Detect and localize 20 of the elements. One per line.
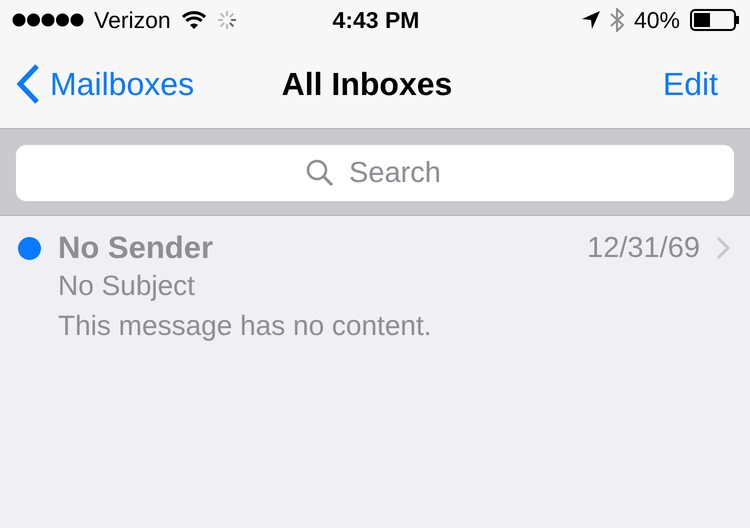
sender-name: No Sender <box>58 230 214 266</box>
screen-title: All Inboxes <box>282 66 452 102</box>
battery-percent: 40% <box>634 6 680 34</box>
message-subject: No Subject <box>58 269 196 303</box>
search-field[interactable]: Search <box>16 145 734 201</box>
battery-icon <box>690 9 740 31</box>
edit-button[interactable]: Edit <box>662 66 718 102</box>
clock-time: 4:43 PM <box>332 6 420 34</box>
carrier-name: Verizon <box>94 6 171 34</box>
wifi-icon <box>180 10 207 30</box>
loading-icon <box>216 10 237 30</box>
location-arrow-icon <box>582 11 600 29</box>
message-date: 12/31/69 <box>587 232 700 264</box>
signal-icon <box>12 13 84 27</box>
back-chevron-icon <box>16 64 40 104</box>
bluetooth-icon <box>610 8 624 32</box>
message-preview: This message has no content. <box>58 309 433 343</box>
search-icon <box>306 159 334 187</box>
chevron-icon <box>716 236 730 260</box>
back-link[interactable]: Mailboxes <box>16 64 282 104</box>
